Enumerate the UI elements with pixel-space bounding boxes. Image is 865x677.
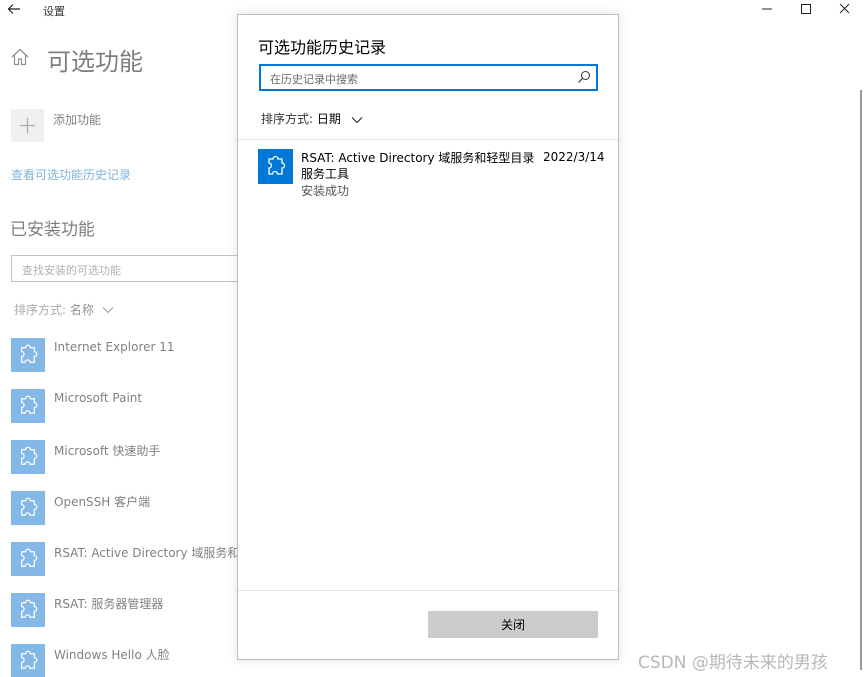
chevron-down-icon <box>102 307 114 314</box>
sort-label: 排序方式: <box>261 112 314 126</box>
home-icon[interactable] <box>10 47 30 67</box>
divider <box>238 139 618 140</box>
puzzle-icon <box>11 491 45 525</box>
installed-search-input[interactable]: 查找安装的可选功能 <box>11 255 251 282</box>
installed-features-heading: 已安装功能 <box>10 220 95 240</box>
installed-feature-item[interactable]: Microsoft 快速助手 <box>11 440 251 474</box>
sort-value: 日期 <box>316 112 341 126</box>
sort-value: 名称 <box>69 303 94 317</box>
close-button[interactable]: 关闭 <box>428 611 598 638</box>
plus-icon <box>20 118 35 133</box>
installed-search-placeholder: 查找安装的可选功能 <box>22 264 121 277</box>
add-feature-button[interactable] <box>11 109 44 142</box>
puzzle-icon <box>258 149 293 184</box>
add-feature-label[interactable]: 添加功能 <box>53 111 101 128</box>
history-search-placeholder: 在历史记录中搜索 <box>270 73 358 86</box>
history-sort-dropdown[interactable]: 排序方式: 日期 <box>261 110 363 127</box>
installed-feature-item[interactable]: Microsoft Paint <box>11 389 251 423</box>
view-history-link[interactable]: 查看可选功能历史记录 <box>11 166 131 183</box>
history-item-status: 安装成功 <box>301 184 350 198</box>
installed-feature-name: Windows Hello 人脸 <box>54 648 170 662</box>
installed-feature-name: Microsoft 快速助手 <box>54 444 161 458</box>
history-item-name: RSAT: Active Directory 域服务和轻型目录服务工具 <box>301 151 535 181</box>
puzzle-icon <box>11 542 45 576</box>
page-title: 可选功能 <box>47 48 143 76</box>
puzzle-icon <box>11 593 45 627</box>
history-dialog: 可选功能历史记录 在历史记录中搜索 排序方式: 日期 RSAT: Active … <box>237 14 619 660</box>
puzzle-icon <box>11 440 45 474</box>
installed-feature-item[interactable]: RSAT: 服务器管理器 <box>11 593 251 627</box>
installed-feature-item[interactable]: Internet Explorer 11 <box>11 338 251 372</box>
puzzle-icon <box>11 389 45 423</box>
installed-feature-name: RSAT: Active Directory 域服务和轻型 <box>54 546 264 560</box>
watermark: CSDN @期待未来的男孩 <box>638 653 828 673</box>
chevron-down-icon <box>351 116 363 123</box>
puzzle-icon <box>11 338 45 372</box>
dialog-title: 可选功能历史记录 <box>258 38 387 57</box>
installed-feature-item[interactable]: Windows Hello 人脸 <box>11 644 251 677</box>
installed-feature-name: OpenSSH 客户端 <box>54 495 151 509</box>
installed-feature-name: Microsoft Paint <box>54 391 143 405</box>
installed-feature-name: Internet Explorer 11 <box>54 340 175 354</box>
history-search-input[interactable]: 在历史记录中搜索 <box>259 64 598 91</box>
search-icon[interactable] <box>577 70 591 84</box>
installed-feature-item[interactable]: OpenSSH 客户端 <box>11 491 251 525</box>
puzzle-icon <box>11 644 45 677</box>
scrollbar[interactable] <box>860 90 862 670</box>
sort-label: 排序方式: <box>14 303 67 317</box>
divider <box>238 590 618 591</box>
installed-sort-dropdown[interactable]: 排序方式: 名称 <box>14 301 114 318</box>
history-item-date: 2022/3/14 <box>543 150 605 164</box>
installed-feature-item[interactable]: RSAT: Active Directory 域服务和轻型 <box>11 542 263 576</box>
installed-feature-name: RSAT: 服务器管理器 <box>54 597 164 611</box>
